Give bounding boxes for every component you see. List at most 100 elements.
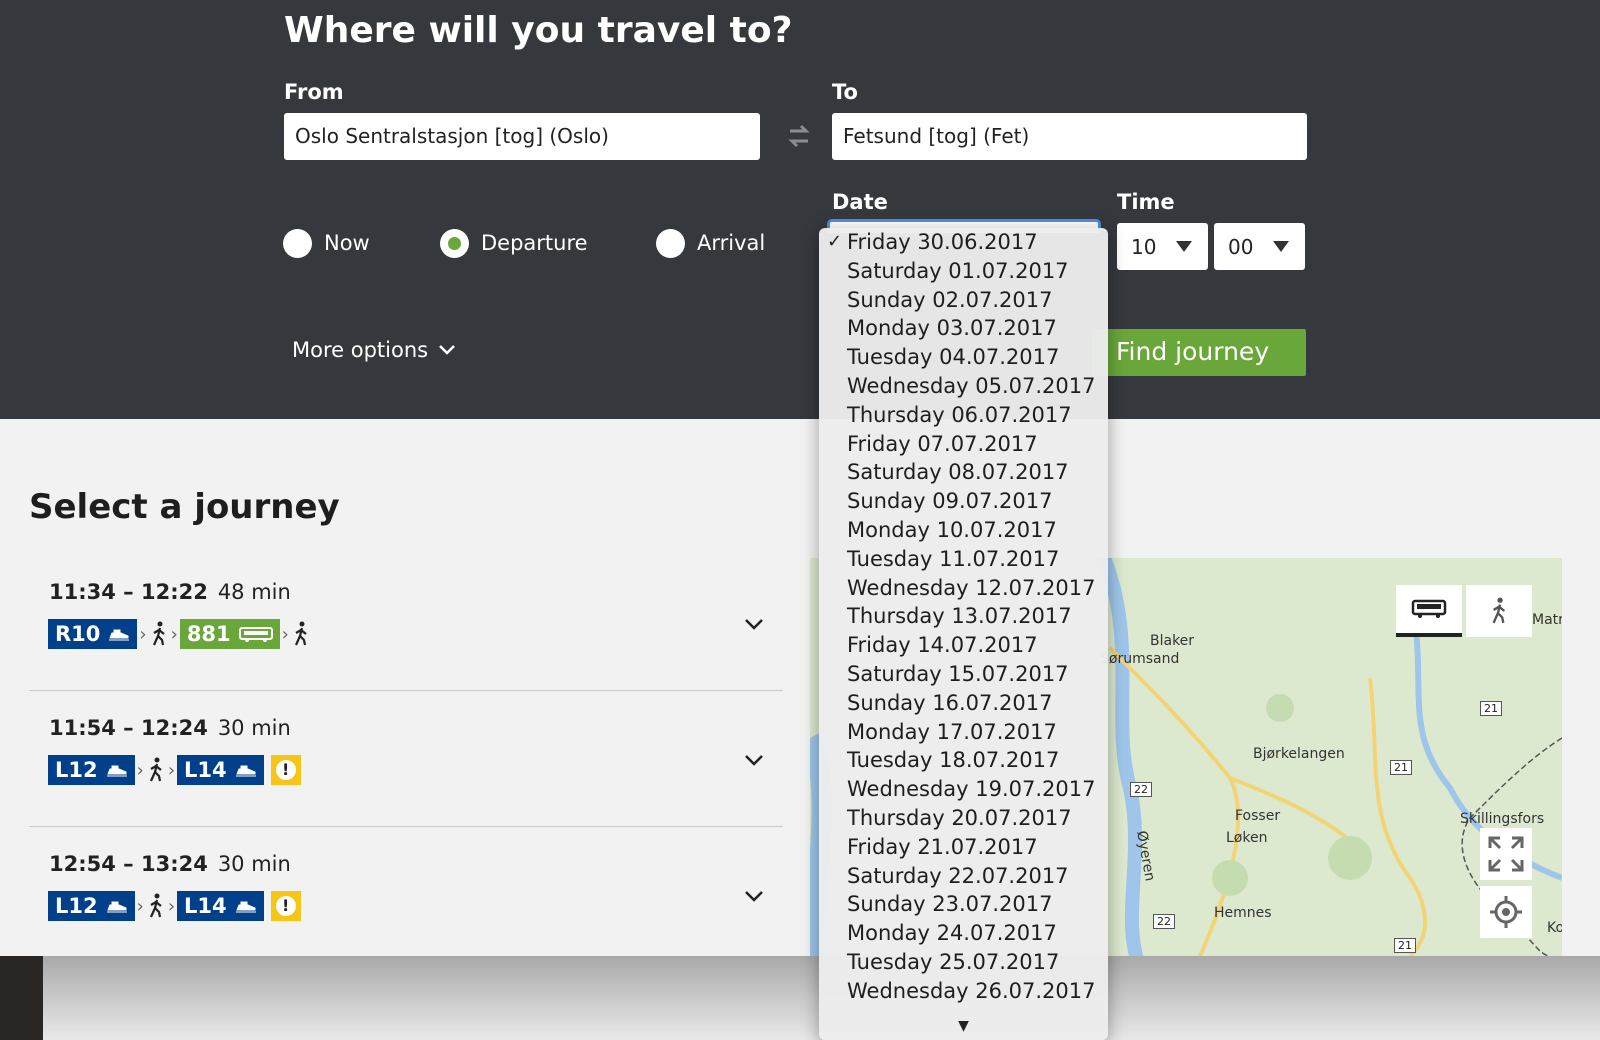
date-option[interactable]: Monday 24.07.2017 [819,919,1108,948]
date-option-label: Wednesday 26.07.2017 [847,978,1096,1003]
map-fullscreen-button[interactable] [1480,828,1532,880]
date-dropdown-list[interactable]: ✓ Friday 30.06.2017 Saturday 01.07.2017 S… [819,228,1108,1040]
date-option[interactable]: Wednesday 26.07.2017 [819,977,1108,1006]
map-place-label: Skillingsfors [1460,811,1545,827]
map-place-label: Sørumsand [1100,651,1180,667]
journey-times: 11:54 – 12:24 30 min [49,716,291,740]
map-place-label: Løken [1226,830,1268,846]
leg-separator: › [139,623,147,645]
date-option[interactable]: Sunday 16.07.2017 [819,689,1108,718]
line-badge-train: L14 [177,755,264,785]
map-place-label: Ko [1547,920,1562,936]
map-place-label: Matr [1532,612,1562,628]
results-title: Select a journey [29,487,340,527]
date-option[interactable]: Wednesday 12.07.2017 [819,574,1108,603]
date-option-label: Friday 07.07.2017 [847,431,1038,456]
map-locate-button[interactable] [1480,886,1532,938]
date-option-label: Tuesday 18.07.2017 [847,748,1060,773]
bus-icon [238,627,273,642]
date-option-label: Tuesday 11.07.2017 [847,546,1060,571]
date-option[interactable]: Friday 14.07.2017 [819,631,1108,660]
warning-symbol: ! [275,896,296,916]
radio-arrival[interactable]: Arrival [656,227,765,259]
date-option[interactable]: Friday 07.07.2017 [819,430,1108,459]
date-option[interactable]: Tuesday 25.07.2017 [819,948,1108,977]
date-option-label: Saturday 22.07.2017 [847,863,1069,888]
line-number: L12 [55,894,98,918]
radio-circle-departure[interactable] [440,228,469,258]
map-place-label: Fosser [1235,808,1281,824]
date-option[interactable]: Thursday 06.07.2017 [819,401,1108,430]
date-option-label: Saturday 01.07.2017 [847,258,1069,283]
hour-caret-icon [1176,241,1192,252]
date-option[interactable]: Wednesday 19.07.2017 [819,775,1108,804]
road-number: 22 [1153,914,1175,929]
date-option-label: Saturday 08.07.2017 [847,460,1069,485]
line-badge-bus: 881 [179,619,280,649]
swap-icon[interactable] [786,122,812,150]
journey-duration: 30 min [217,852,291,876]
date-option[interactable]: Tuesday 18.07.2017 [819,746,1108,775]
date-option[interactable]: Sunday 02.07.2017 [819,286,1108,315]
date-option[interactable]: Friday 21.07.2017 [819,833,1108,862]
minute-select[interactable]: 00 [1214,223,1305,270]
warning-icon[interactable]: ! [270,891,301,921]
date-option[interactable]: Tuesday 11.07.2017 [819,545,1108,574]
date-option[interactable]: Saturday 22.07.2017 [819,862,1108,891]
date-option[interactable]: Saturday 08.07.2017 [819,458,1108,487]
to-label: To [832,80,858,104]
date-option[interactable]: Monday 03.07.2017 [819,314,1108,343]
minute-value: 00 [1228,235,1254,259]
leg-separator: › [136,895,144,917]
journey-row[interactable]: 12:54 – 13:24 30 min L12 › › L14 ! [29,827,783,963]
expand-chevron-icon[interactable] [743,613,765,635]
date-option-label: Wednesday 12.07.2017 [847,575,1096,600]
date-option[interactable]: Saturday 01.07.2017 [819,257,1108,286]
journey-row[interactable]: 11:34 – 12:22 48 min R10 › › 881 › [29,555,783,691]
to-input[interactable]: Fetsund [tog] (Fet) [832,113,1307,160]
warning-symbol: ! [275,760,296,780]
more-options-toggle[interactable]: More options [292,338,456,362]
date-option-label: Monday 10.07.2017 [847,517,1057,542]
journey-time: 11:34 – 12:22 [49,580,208,604]
journey-row[interactable]: 11:54 – 12:24 30 min L12 › › L14 ! [29,691,783,827]
chevron-down-icon [439,345,455,355]
date-option[interactable]: Sunday 23.07.2017 [819,890,1108,919]
map-place-label: Blaker [1150,633,1195,649]
from-input[interactable]: Oslo Sentralstasjon [tog] (Oslo) [284,113,760,160]
radio-circle-arrival[interactable] [656,228,685,258]
journey-legs: L12 › › L14 ! [48,755,301,785]
expand-chevron-icon[interactable] [743,749,765,771]
line-badge-train: L12 [48,891,135,921]
radio-now[interactable]: Now [283,227,370,259]
date-option[interactable]: Thursday 20.07.2017 [819,804,1108,833]
date-option[interactable]: Tuesday 04.07.2017 [819,343,1108,372]
scroll-down-arrow-icon[interactable]: ▼ [819,1018,1108,1034]
map-walk-button[interactable] [1466,585,1532,637]
date-option[interactable]: ✓ Friday 30.06.2017 [819,228,1108,257]
radio-circle-now[interactable] [283,228,312,258]
journey-duration: 30 min [217,716,291,740]
date-option[interactable]: Saturday 15.07.2017 [819,660,1108,689]
warning-icon[interactable]: ! [270,755,301,785]
date-option[interactable]: Thursday 13.07.2017 [819,602,1108,631]
map-place-label: Bjørkelangen [1253,746,1345,762]
date-option[interactable]: Wednesday 05.07.2017 [819,372,1108,401]
minute-caret-icon [1273,241,1289,252]
leg-separator: › [167,759,176,781]
locate-icon [1490,896,1522,928]
date-option[interactable]: Sunday 09.07.2017 [819,487,1108,516]
line-number: L12 [55,758,98,782]
date-option[interactable]: Monday 10.07.2017 [819,516,1108,545]
find-journey-button[interactable]: Find journey [1092,329,1306,376]
radio-departure[interactable]: Departure [440,227,588,259]
expand-chevron-icon[interactable] [743,885,765,907]
line-badge-train: L12 [48,755,135,785]
map-bus-button[interactable] [1396,585,1462,637]
walk-icon [1492,597,1506,624]
hour-select[interactable]: 10 [1117,223,1208,270]
map-place-label: Hemnes [1214,905,1272,921]
date-option[interactable]: Monday 17.07.2017 [819,718,1108,747]
train-icon [106,901,127,913]
date-option-label: Sunday 23.07.2017 [847,892,1053,917]
